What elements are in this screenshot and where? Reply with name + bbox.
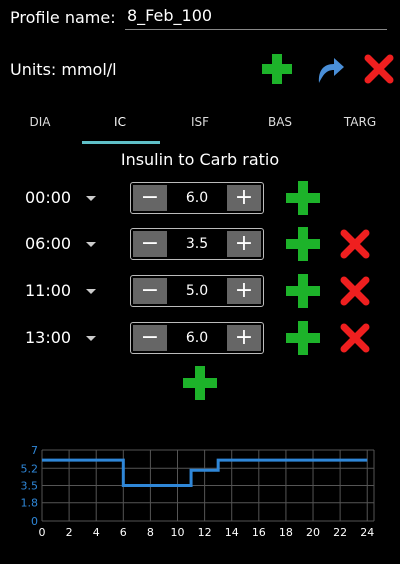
- add-row-button[interactable]: [286, 227, 320, 261]
- section-title: Insulin to Carb ratio: [120, 150, 280, 169]
- delete-row-button[interactable]: [338, 227, 372, 261]
- redo-button[interactable]: [312, 54, 346, 84]
- y-tick-label: 3.5: [21, 480, 39, 493]
- add-row-button[interactable]: [286, 181, 320, 215]
- tab-bas[interactable]: BAS: [240, 108, 320, 144]
- x-tick-label: 12: [198, 526, 212, 539]
- x-tick-label: 14: [225, 526, 239, 539]
- plus-icon: [286, 274, 320, 308]
- tab-bar: DIA IC ISF BAS TARG: [0, 108, 400, 144]
- delete-profile-button[interactable]: [362, 54, 396, 84]
- profile-name-label: Profile name:: [10, 8, 116, 27]
- decrement-button[interactable]: −: [133, 278, 167, 304]
- delete-row-button[interactable]: [338, 321, 372, 355]
- plus-icon: [286, 227, 320, 261]
- plus-icon: [286, 321, 320, 355]
- x-tick-label: 24: [360, 526, 374, 539]
- plus-icon: [183, 366, 217, 400]
- x-tick-label: 10: [171, 526, 185, 539]
- value-stepper-2: − 5.0 +: [130, 275, 264, 307]
- add-row-button[interactable]: [286, 274, 320, 308]
- x-tick-label: 18: [279, 526, 293, 539]
- decrement-button[interactable]: −: [133, 185, 167, 211]
- decrement-button[interactable]: −: [133, 231, 167, 257]
- time-select-3[interactable]: 13:00: [25, 328, 71, 347]
- x-tick-label: 22: [333, 526, 347, 539]
- tab-isf[interactable]: ISF: [160, 108, 240, 144]
- chevron-down-icon[interactable]: [86, 242, 96, 247]
- x-tick-label: 16: [252, 526, 266, 539]
- redo-arrow-icon: [318, 58, 344, 83]
- close-icon: [340, 276, 370, 306]
- time-select-0[interactable]: 00:00: [25, 188, 71, 207]
- decrement-button[interactable]: −: [133, 325, 167, 351]
- y-tick-label: 5.2: [21, 462, 39, 475]
- y-tick-label: 0: [31, 515, 38, 528]
- chevron-down-icon[interactable]: [86, 196, 96, 201]
- chevron-down-icon[interactable]: [86, 336, 96, 341]
- increment-button[interactable]: +: [227, 325, 261, 351]
- add-row-button[interactable]: [286, 321, 320, 355]
- close-icon: [340, 323, 370, 353]
- tab-targ[interactable]: TARG: [320, 108, 400, 144]
- chevron-down-icon[interactable]: [86, 289, 96, 294]
- close-icon: [340, 229, 370, 259]
- units-label: Units: mmol/l: [10, 60, 117, 79]
- tab-ic[interactable]: IC: [80, 108, 160, 144]
- increment-button[interactable]: +: [227, 231, 261, 257]
- time-select-2[interactable]: 11:00: [25, 281, 71, 300]
- add-row-button[interactable]: [183, 366, 217, 400]
- stepper-value[interactable]: 3.5: [167, 229, 227, 259]
- close-icon: [364, 54, 394, 84]
- ic-profile-chart: 0 2 4 6 8 10 12 14 16 18 20 22 2401.83.55.27: [21, 444, 375, 539]
- add-profile-button[interactable]: [260, 54, 294, 84]
- tab-dia[interactable]: DIA: [0, 108, 80, 144]
- value-stepper-3: − 6.0 +: [130, 322, 264, 354]
- stepper-value[interactable]: 6.0: [167, 323, 227, 353]
- value-stepper-0: − 6.0 +: [130, 182, 264, 214]
- x-tick-label: 4: [93, 526, 100, 539]
- stepper-value[interactable]: 6.0: [167, 183, 227, 213]
- x-tick-label: 0: [39, 526, 46, 539]
- plus-icon: [262, 54, 292, 84]
- value-stepper-1: − 3.5 +: [130, 228, 264, 260]
- stepper-value[interactable]: 5.0: [167, 276, 227, 306]
- x-tick-label: 6: [120, 526, 127, 539]
- y-tick-label: 1.8: [21, 497, 39, 510]
- active-tab-indicator: [82, 141, 160, 144]
- x-tick-label: 2: [66, 526, 73, 539]
- plus-icon: [286, 181, 320, 215]
- increment-button[interactable]: +: [227, 278, 261, 304]
- increment-button[interactable]: +: [227, 185, 261, 211]
- y-tick-label: 7: [31, 444, 38, 457]
- profile-name-input[interactable]: 8_Feb_100: [125, 6, 387, 30]
- x-tick-label: 8: [147, 526, 154, 539]
- time-select-1[interactable]: 06:00: [25, 234, 71, 253]
- delete-row-button[interactable]: [338, 274, 372, 308]
- x-tick-label: 20: [306, 526, 320, 539]
